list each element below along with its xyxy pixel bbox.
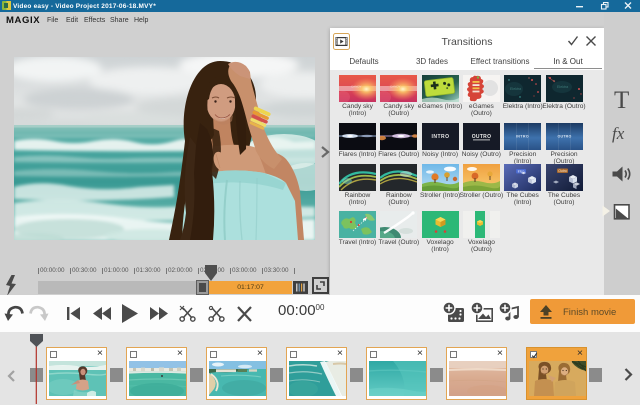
svg-text:CANDY: CANDY: [351, 85, 362, 89]
svg-text:OUTRO: OUTRO: [557, 135, 571, 139]
svg-text:Elektra: Elektra: [557, 85, 568, 89]
svg-text:Elektra: Elektra: [510, 87, 521, 91]
svg-text:Outro: Outro: [558, 169, 567, 173]
svg-text:OUTRO: OUTRO: [472, 134, 492, 140]
svg-text:INTRO: INTRO: [431, 134, 449, 140]
svg-text:CANDY: CANDY: [390, 85, 401, 89]
svg-text:INTRO: INTRO: [516, 135, 529, 139]
